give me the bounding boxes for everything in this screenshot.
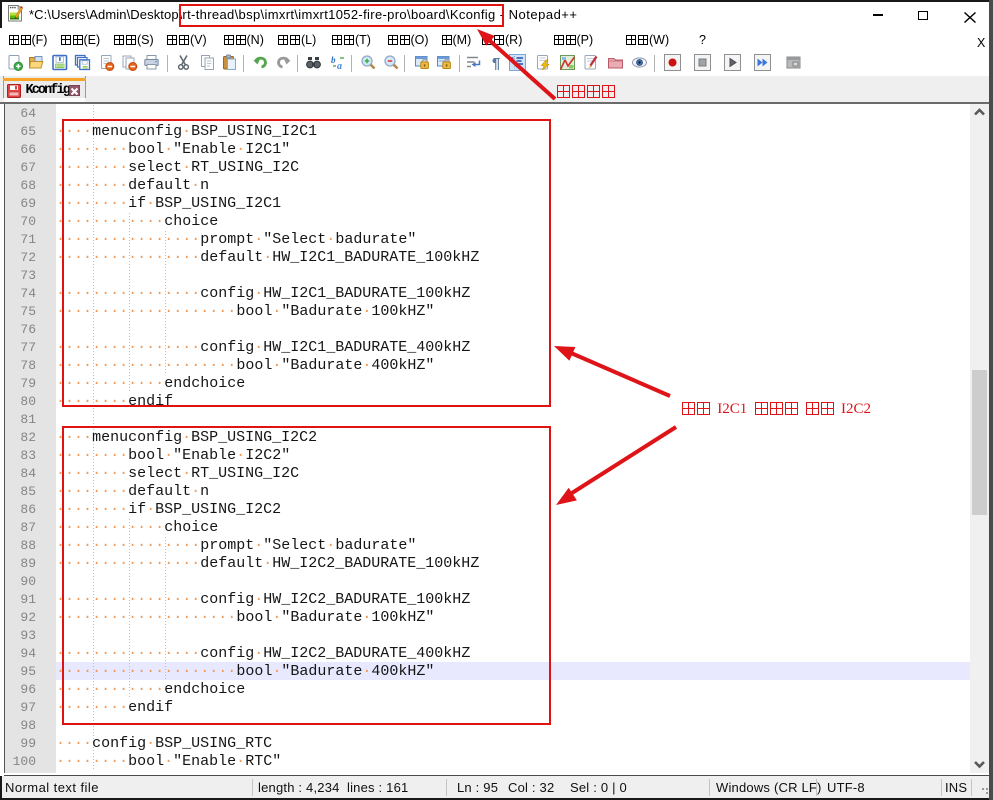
svg-text:a: a xyxy=(337,61,342,71)
svg-text:b: b xyxy=(331,55,336,65)
svg-text:¶: ¶ xyxy=(492,55,500,71)
